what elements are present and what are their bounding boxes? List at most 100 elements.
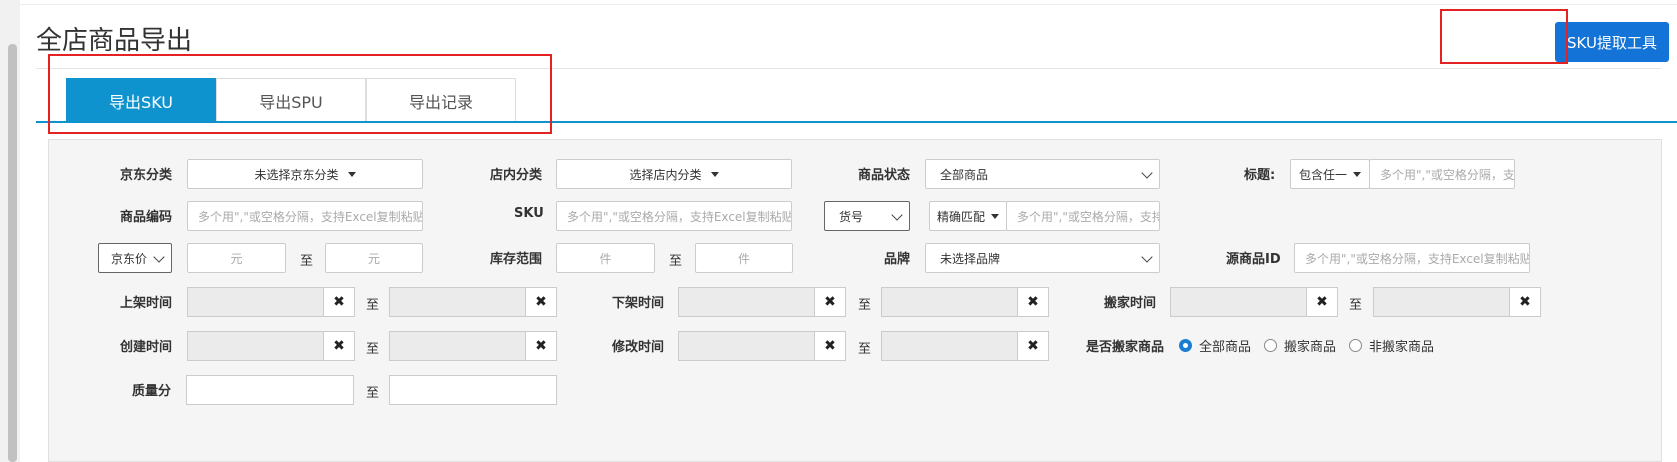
source-product-id-placeholder: 多个用","或空格分隔，支持Excel复制粘贴	[1305, 251, 1529, 266]
stock-from-input[interactable]: 件	[556, 243, 655, 273]
product-code-input[interactable]: 多个用","或空格分隔，支持Excel复制粘贴	[187, 201, 423, 231]
close-icon[interactable]: ✖	[525, 331, 557, 361]
shop-category-select[interactable]: 选择店内分类	[556, 159, 792, 189]
modified-time-start[interactable]	[678, 331, 815, 361]
radio-moved-products[interactable]: 搬家商品	[1264, 336, 1336, 355]
sku-input[interactable]: 多个用","或空格分隔，支持Excel复制粘贴	[556, 201, 792, 231]
jd-category-select[interactable]: 未选择京东分类	[187, 159, 423, 189]
quality-score-to: 至	[366, 386, 380, 401]
scrollbar-thumb[interactable]	[8, 44, 17, 462]
moved-time-end[interactable]	[1373, 287, 1510, 317]
highlight-box-sku-tool	[1440, 9, 1568, 64]
listed-time-end[interactable]	[389, 287, 526, 317]
caret-down-icon	[1353, 171, 1361, 177]
stock-to-placeholder: 件	[737, 251, 750, 266]
brand-select[interactable]: 未选择品牌	[925, 243, 1160, 273]
created-time-end[interactable]	[389, 331, 526, 361]
listed-time-to: 至	[366, 298, 380, 313]
radio-all-products[interactable]: 全部商品	[1179, 336, 1251, 355]
source-product-id-label: 源商品ID	[1226, 252, 1281, 267]
sku-tool-button[interactable]: SKU提取工具	[1555, 22, 1669, 62]
chevron-down-icon	[1141, 167, 1153, 179]
close-icon[interactable]: ✖	[525, 287, 557, 317]
jd-category-value: 未选择京东分类	[254, 167, 339, 182]
close-icon[interactable]: ✖	[1306, 287, 1338, 317]
product-status-value: 全部商品	[940, 167, 989, 182]
item-no-placeholder: 多个用","或空格分隔，支持	[1017, 209, 1159, 224]
close-icon[interactable]: ✖	[323, 287, 355, 317]
is-moved-label: 是否搬家商品	[1086, 340, 1165, 355]
chevron-down-icon	[153, 251, 165, 263]
listed-time-start[interactable]	[187, 287, 324, 317]
product-code-placeholder: 多个用","或空格分隔，支持Excel复制粘贴	[198, 209, 422, 224]
modified-time-to: 至	[858, 342, 872, 357]
price-from-placeholder: 元	[230, 251, 243, 266]
sku-label: SKU	[514, 206, 544, 221]
close-icon[interactable]: ✖	[814, 331, 846, 361]
delisted-time-to: 至	[858, 298, 872, 313]
close-icon[interactable]: ✖	[1017, 331, 1049, 361]
price-from-input[interactable]: 元	[187, 243, 286, 273]
close-icon[interactable]: ✖	[323, 331, 355, 361]
radio-unchecked-icon	[1349, 339, 1362, 352]
created-time-to: 至	[366, 342, 380, 357]
moved-time-to: 至	[1349, 298, 1363, 313]
product-status-select[interactable]: 全部商品	[925, 159, 1160, 189]
modified-time-label: 修改时间	[612, 340, 665, 355]
title-input-placeholder: 多个用","或空格分隔，支	[1380, 167, 1514, 182]
shop-category-value: 选择店内分类	[629, 167, 702, 182]
page-scrollbar[interactable]	[0, 0, 20, 462]
title-input[interactable]: 多个用","或空格分隔，支	[1369, 159, 1515, 189]
radio-not-moved-products[interactable]: 非搬家商品	[1349, 336, 1434, 355]
title-match-value: 包含任一	[1298, 167, 1347, 182]
chevron-down-icon	[891, 209, 903, 221]
price-to-input[interactable]: 元	[325, 243, 423, 273]
price-to-placeholder: 元	[367, 251, 380, 266]
top-divider	[20, 4, 1677, 5]
quality-score-from-input[interactable]	[186, 375, 354, 405]
stock-to-input[interactable]: 件	[695, 243, 793, 273]
stock-range-label: 库存范围	[490, 252, 543, 267]
caret-down-icon	[710, 171, 719, 177]
close-icon[interactable]: ✖	[1017, 287, 1049, 317]
listed-time-label: 上架时间	[120, 296, 173, 311]
highlight-box-tabs	[48, 54, 552, 134]
quality-score-to-input[interactable]	[389, 375, 557, 405]
modified-time-end[interactable]	[881, 331, 1018, 361]
stock-from-placeholder: 件	[599, 251, 612, 266]
price-type-value: 京东价	[111, 251, 148, 266]
radio-not-moved-label: 非搬家商品	[1369, 340, 1435, 355]
page: 全店商品导出 SKU提取工具 导出SKU 导出SPU 导出记录 京东分类 未选择…	[20, 0, 1677, 462]
caret-down-icon	[347, 171, 356, 177]
close-icon[interactable]: ✖	[814, 287, 846, 317]
item-no-value: 货号	[839, 209, 864, 224]
price-type-select[interactable]: 京东价	[98, 243, 172, 273]
delisted-time-end[interactable]	[881, 287, 1018, 317]
radio-unchecked-icon	[1264, 339, 1277, 352]
price-to-label: 至	[300, 254, 314, 269]
created-time-label: 创建时间	[120, 340, 173, 355]
brand-value: 未选择品牌	[940, 251, 1001, 266]
source-product-id-input[interactable]: 多个用","或空格分隔，支持Excel复制粘贴	[1294, 243, 1530, 273]
item-no-match-value: 精确匹配	[936, 209, 985, 224]
title-label: 标题:	[1244, 168, 1276, 183]
radio-all-label: 全部商品	[1199, 340, 1252, 355]
sku-placeholder: 多个用","或空格分隔，支持Excel复制粘贴	[567, 209, 791, 224]
item-no-match-select[interactable]: 精确匹配	[929, 201, 1007, 231]
brand-label: 品牌	[884, 252, 911, 267]
item-no-input[interactable]: 多个用","或空格分隔，支持	[1006, 201, 1160, 231]
moved-time-label: 搬家时间	[1104, 296, 1157, 311]
close-icon[interactable]: ✖	[1509, 287, 1541, 317]
title-match-select[interactable]: 包含任一	[1290, 159, 1370, 189]
delisted-time-label: 下架时间	[612, 296, 665, 311]
moved-time-start[interactable]	[1170, 287, 1307, 317]
quality-score-label: 质量分	[132, 384, 172, 399]
created-time-start[interactable]	[187, 331, 324, 361]
caret-down-icon	[991, 213, 999, 219]
delisted-time-start[interactable]	[678, 287, 815, 317]
item-no-select[interactable]: 货号	[824, 201, 910, 231]
page-title: 全店商品导出	[36, 26, 193, 56]
chevron-down-icon	[1141, 251, 1153, 263]
product-code-label: 商品编码	[120, 210, 173, 225]
radio-checked-icon	[1179, 339, 1192, 352]
